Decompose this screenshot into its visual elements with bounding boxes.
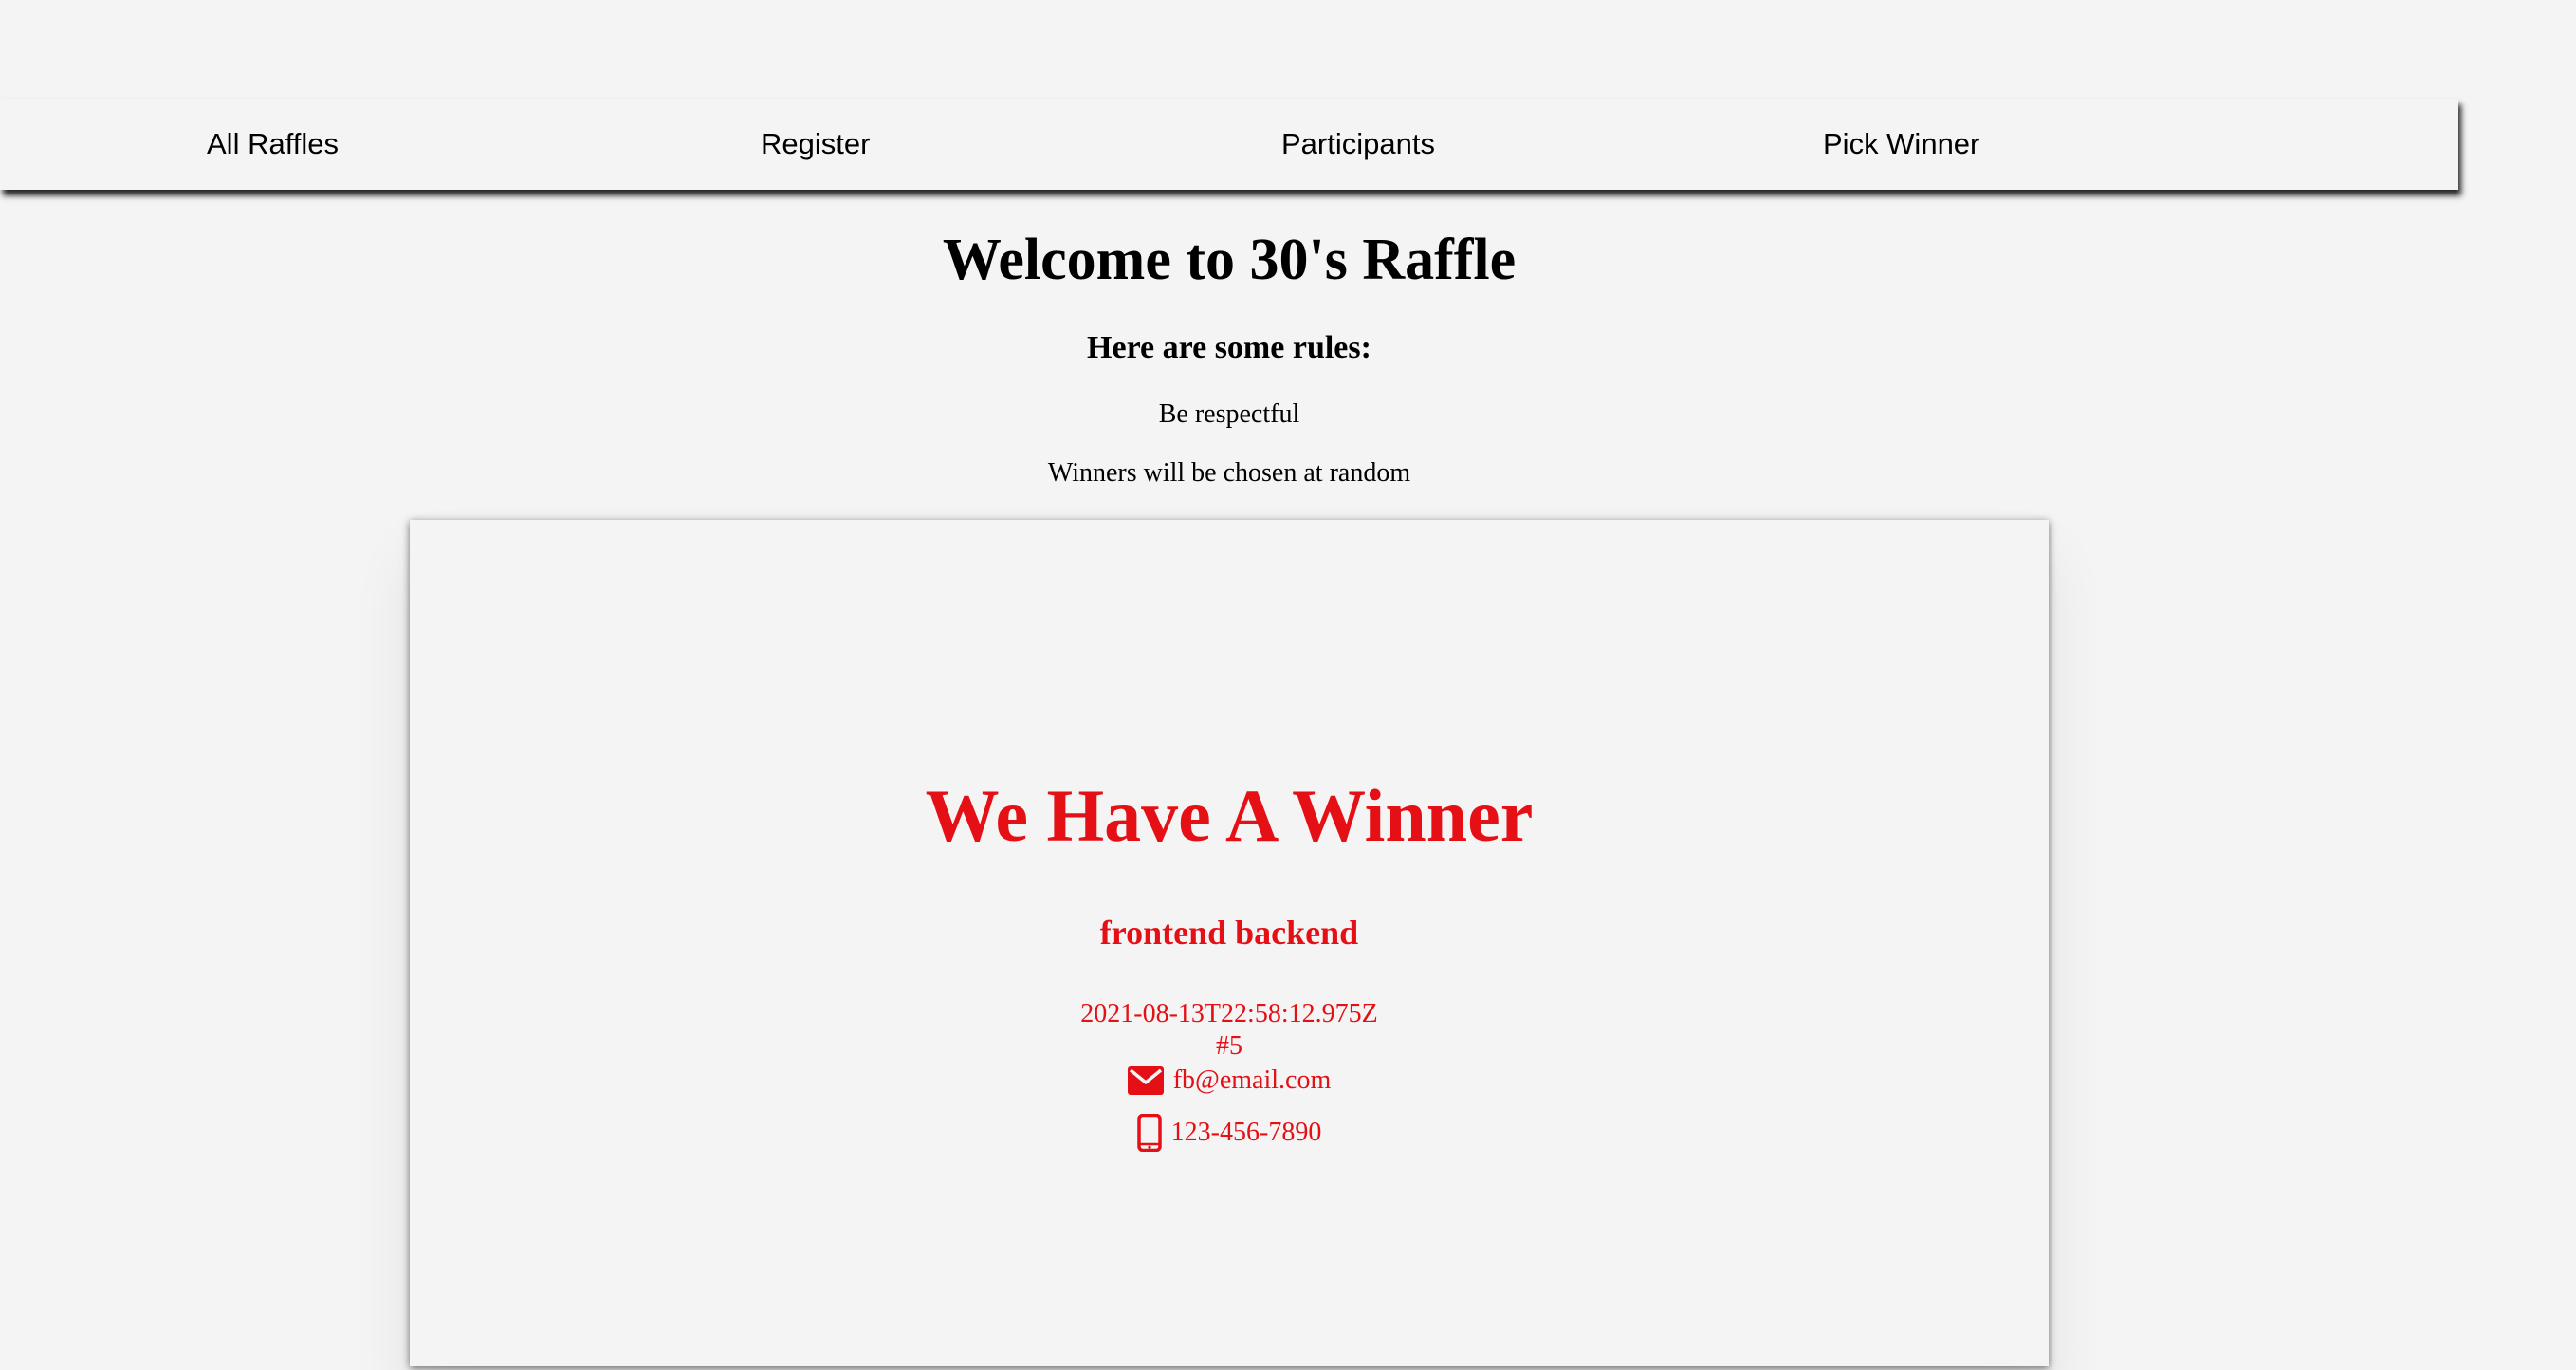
rules-heading: Here are some rules: — [1087, 330, 1371, 365]
mobile-phone-icon — [1136, 1114, 1162, 1152]
top-navbar: All Raffles Register Participants Pick W… — [0, 99, 2458, 190]
nav-participants[interactable]: Participants — [1281, 99, 1435, 190]
winner-number: #5 — [1216, 1031, 1242, 1061]
winner-email-row: fb@email.com — [410, 1065, 2049, 1097]
envelope-icon — [1127, 1066, 1164, 1095]
page-title: Welcome to 30's Raffle — [942, 228, 1517, 292]
winner-phone: 123-456-7890 — [1170, 1118, 1322, 1147]
winner-name: frontend backend — [1099, 914, 1359, 952]
rule-item: Winners will be chosen at random — [1047, 458, 1411, 488]
nav-register[interactable]: Register — [761, 99, 870, 190]
winner-card: We Have A Winner frontend backend 2021-0… — [410, 520, 2049, 1366]
winner-email: fb@email.com — [1172, 1065, 1332, 1095]
nav-all-raffles[interactable]: All Raffles — [207, 99, 339, 190]
winner-date: 2021-08-13T22:58:12.975Z — [1080, 999, 1378, 1028]
nav-pick-winner[interactable]: Pick Winner — [1823, 99, 1979, 190]
winner-heading: We Have A Winner — [925, 774, 1534, 857]
rule-item: Be respectful — [1158, 399, 1300, 429]
winner-phone-row: 123-456-7890 — [410, 1114, 2049, 1152]
